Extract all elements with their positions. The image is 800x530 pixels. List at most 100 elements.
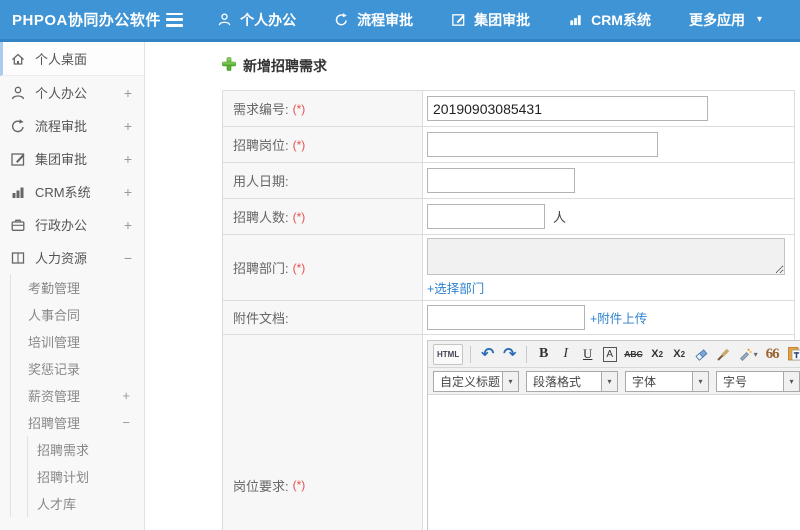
caret-down-icon: ▾ xyxy=(756,14,762,25)
pen-color-icon[interactable]: ▾ xyxy=(736,344,760,365)
collapse-icon[interactable]: − xyxy=(124,250,132,266)
sidebar-item-attendance[interactable]: 考勤管理 xyxy=(11,274,144,301)
html-source-button[interactable]: HTML xyxy=(433,343,464,365)
compose-icon xyxy=(10,151,26,167)
sidebar-item-hr-contract[interactable]: 人事合同 xyxy=(11,301,144,328)
editor-content-area[interactable] xyxy=(428,395,800,530)
sidebar-item-personal-desktop[interactable]: 个人桌面 xyxy=(0,42,144,76)
paragraph-format-select[interactable]: 段落格式 ▾ xyxy=(526,370,618,392)
sidebar-item-label: 个人办公 xyxy=(35,86,88,101)
app-logo: PHPOA协同办公软件 xyxy=(12,12,161,29)
sidebar-item-human-resources[interactable]: 人力资源 − xyxy=(0,241,144,274)
sidebar-item-crm-system[interactable]: CRM系统 + xyxy=(0,175,144,208)
top-navigation: 个人办公 流程审批 集团审批 CRM系统 更多应用 ▾ xyxy=(217,10,800,30)
eraser-icon[interactable] xyxy=(692,344,711,365)
sidebar-item-training[interactable]: 培训管理 xyxy=(11,328,144,355)
page-title: 新增招聘需求 xyxy=(243,58,327,74)
select-department-link[interactable]: +选择部门 xyxy=(427,278,484,297)
sidebar-item-recruit-plan[interactable]: 招聘计划 xyxy=(28,463,144,490)
expand-icon[interactable]: + xyxy=(122,388,130,403)
bold-button[interactable]: B xyxy=(534,344,553,365)
sidebar-item-label: 招聘需求 xyxy=(37,443,90,458)
recruit-position-input[interactable] xyxy=(427,132,658,157)
sidebar-item-recruit-management[interactable]: 招聘管理 − xyxy=(11,409,144,436)
sidebar-item-label: 考勤管理 xyxy=(28,281,81,296)
underline-button[interactable]: U xyxy=(578,344,597,365)
attachment-upload-link[interactable]: +附件上传 xyxy=(590,308,647,327)
form-row-headcount: 招聘人数: (*) 人 xyxy=(223,199,794,235)
sidebar-item-group-approval[interactable]: 集团审批 + xyxy=(0,142,144,175)
user-icon xyxy=(217,12,232,27)
superscript-button[interactable]: X2 xyxy=(648,344,667,365)
sidebar-item-label: 人才库 xyxy=(37,497,77,512)
editor-toolbar-row1: HTML ↶ ↷ B I U A ABC X2 X2 ▾ 66 xyxy=(428,341,800,368)
topnav-more-apps[interactable]: 更多应用 ▾ xyxy=(689,10,762,30)
topnav-label: 个人办公 xyxy=(240,11,297,28)
strikethrough-button[interactable]: ABC xyxy=(622,344,644,365)
expand-icon[interactable]: + xyxy=(124,217,132,233)
italic-button[interactable]: I xyxy=(556,344,575,365)
field-label: 招聘部门: (*) xyxy=(223,235,423,300)
add-icon xyxy=(222,56,236,76)
sidebar-item-salary[interactable]: 薪资管理 + xyxy=(11,382,144,409)
sidebar-item-label: 集团审批 xyxy=(35,152,88,167)
field-label: 岗位要求: (*) xyxy=(223,335,423,530)
sidebar-item-admin-office[interactable]: 行政办公 + xyxy=(0,208,144,241)
topnav-label: 集团审批 xyxy=(474,11,531,28)
blockquote-button[interactable]: 66 xyxy=(763,344,782,365)
collapse-icon[interactable]: − xyxy=(122,415,130,430)
sidebar-item-personal-office[interactable]: 个人办公 + xyxy=(0,76,144,109)
hr-submenu: 考勤管理 人事合同 培训管理 奖惩记录 薪资管理 + 招聘管理 − 招聘需求 招… xyxy=(10,274,144,517)
compose-icon xyxy=(451,12,466,27)
font-style-button[interactable]: A xyxy=(600,344,619,365)
format-brush-icon[interactable] xyxy=(714,344,733,365)
sidebar-item-label: 个人桌面 xyxy=(35,52,88,67)
sidebar-item-label: 奖惩记录 xyxy=(28,362,81,377)
required-mark: (*) xyxy=(292,137,306,152)
paste-word-icon[interactable] xyxy=(785,344,800,365)
sidebar-item-rewards[interactable]: 奖惩记录 xyxy=(11,355,144,382)
sidebar-item-label: 培训管理 xyxy=(28,335,81,350)
sidebar-item-process-approval[interactable]: 流程审批 + xyxy=(0,109,144,142)
bar-chart-icon xyxy=(10,184,26,200)
page-header: 新增招聘需求 xyxy=(146,42,800,90)
expand-icon[interactable]: + xyxy=(124,118,132,134)
topbar: PHPOA协同办公软件 个人办公 流程审批 集团审批 CRM系统 更多应用 ▾ xyxy=(0,0,800,42)
editor-toolbar-row2: 自定义标题 ▾ 段落格式 ▾ 字体 ▾ 字号 ▾ xyxy=(428,368,800,395)
subscript-button[interactable]: X2 xyxy=(670,344,689,365)
required-mark: (*) xyxy=(292,209,306,224)
hire-date-input[interactable] xyxy=(427,168,575,193)
topnav-personal-office[interactable]: 个人办公 xyxy=(217,10,296,30)
font-family-select[interactable]: 字体 ▾ xyxy=(625,370,709,392)
heading-select[interactable]: 自定义标题 ▾ xyxy=(433,370,519,392)
field-label: 附件文档: xyxy=(223,301,423,334)
recruit-department-textarea[interactable] xyxy=(427,238,785,275)
required-mark: (*) xyxy=(292,101,306,116)
expand-icon[interactable]: + xyxy=(124,85,132,101)
attachment-input[interactable] xyxy=(427,305,585,330)
sidebar: 个人桌面 个人办公 + 流程审批 + 集团审批 + CRM系统 + 行政办公 +… xyxy=(0,42,145,530)
topnav-label: 流程审批 xyxy=(357,11,414,28)
undo-icon[interactable]: ↶ xyxy=(478,344,497,365)
process-icon xyxy=(10,118,26,134)
process-icon xyxy=(334,12,349,27)
headcount-input[interactable] xyxy=(427,204,545,229)
form-row-position-requirements: 岗位要求: (*) HTML ↶ ↷ B I U A ABC X 2 X 2 ▾… xyxy=(223,335,800,530)
field-label: 需求编号: (*) xyxy=(223,91,423,126)
topnav-process-approval[interactable]: 流程审批 xyxy=(334,10,413,30)
expand-icon[interactable]: + xyxy=(124,184,132,200)
hamburger-icon[interactable] xyxy=(165,12,184,27)
sidebar-item-recruit-demand[interactable]: 招聘需求 xyxy=(28,436,144,463)
topnav-group-approval[interactable]: 集团审批 xyxy=(451,10,530,30)
topnav-crm-system[interactable]: CRM系统 xyxy=(568,10,651,30)
font-size-select[interactable]: 字号 ▾ xyxy=(716,370,800,392)
recruit-submenu: 招聘需求 招聘计划 人才库 xyxy=(27,436,144,517)
sidebar-item-talent-pool[interactable]: 人才库 xyxy=(28,490,144,517)
caret-down-icon: ▾ xyxy=(783,371,799,391)
expand-icon[interactable]: + xyxy=(124,151,132,167)
redo-icon[interactable]: ↷ xyxy=(500,344,519,365)
caret-down-icon: ▾ xyxy=(502,371,518,391)
required-mark: (*) xyxy=(292,260,306,275)
demand-number-input[interactable] xyxy=(427,96,708,121)
caret-down-icon: ▾ xyxy=(601,371,617,391)
